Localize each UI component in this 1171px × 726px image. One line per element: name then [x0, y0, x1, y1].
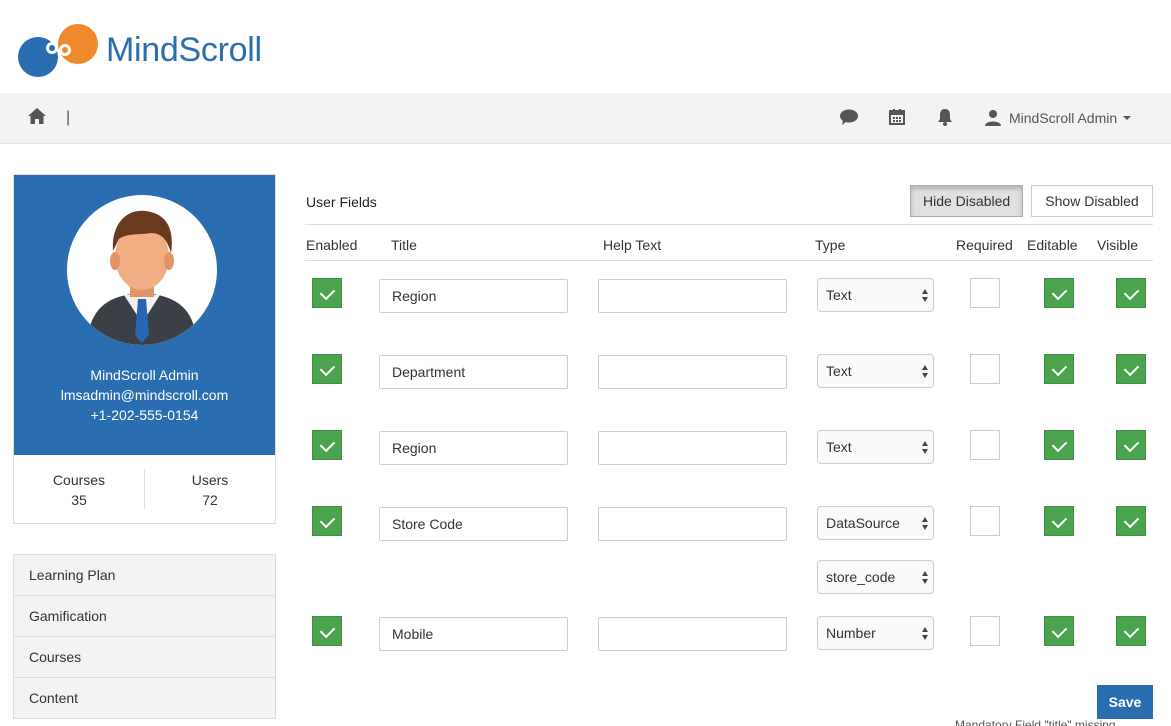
select-arrows-icon: [922, 365, 928, 379]
title-input[interactable]: Mobile: [379, 617, 568, 651]
enabled-checkbox[interactable]: [312, 430, 342, 460]
enabled-checkbox[interactable]: [312, 506, 342, 536]
profile-email: lmsadmin@mindscroll.com: [60, 387, 229, 403]
visible-checkbox[interactable]: [1116, 506, 1146, 536]
visible-checkbox[interactable]: [1116, 616, 1146, 646]
editable-checkbox[interactable]: [1044, 278, 1074, 308]
type-select-value: DataSource: [826, 515, 900, 531]
select-arrows-icon: [922, 517, 928, 531]
profile-card: MindScroll Admin lmsadmin@mindscroll.com…: [13, 174, 276, 524]
section-title: User Fields: [306, 194, 377, 210]
type-select-value: Text: [826, 287, 852, 303]
stat-courses: Courses 35: [14, 455, 144, 523]
stat-label: Users: [191, 472, 229, 488]
logo-bar: MindScroll: [0, 0, 1171, 93]
required-checkbox[interactable]: [970, 506, 1000, 536]
profile-name: MindScroll Admin: [90, 367, 199, 383]
column-header-required: Required: [956, 237, 1013, 253]
type-select[interactable]: DataSource: [817, 506, 934, 540]
sidebar-item-courses[interactable]: Courses: [14, 637, 275, 678]
editable-checkbox[interactable]: [1044, 354, 1074, 384]
sidebar-menu: Learning Plan Gamification Courses Conte…: [13, 554, 276, 719]
visible-checkbox[interactable]: [1116, 354, 1146, 384]
stat-value: 72: [202, 492, 218, 508]
editable-checkbox[interactable]: [1044, 506, 1074, 536]
hide-disabled-button[interactable]: Hide Disabled: [910, 185, 1024, 217]
sidebar-item-learning-plan[interactable]: Learning Plan: [14, 555, 275, 596]
top-navbar: | MindScroll Admin: [0, 93, 1171, 144]
select-arrows-icon: [922, 571, 928, 585]
logo-text: MindScroll: [106, 31, 262, 69]
help-text-input[interactable]: [598, 617, 787, 651]
visible-checkbox[interactable]: [1116, 430, 1146, 460]
required-checkbox[interactable]: [970, 354, 1000, 384]
help-text-input[interactable]: [598, 355, 787, 389]
enabled-checkbox[interactable]: [312, 616, 342, 646]
title-input[interactable]: Store Code: [379, 507, 568, 541]
sidebar-item-gamification[interactable]: Gamification: [14, 596, 275, 637]
type-select[interactable]: Number: [817, 616, 934, 650]
calendar-icon[interactable]: [887, 107, 907, 127]
chevron-down-icon: [1123, 116, 1132, 120]
column-header-type: Type: [815, 237, 846, 253]
datasource-select[interactable]: store_code: [817, 560, 934, 594]
required-checkbox[interactable]: [970, 278, 1000, 308]
profile-info: MindScroll Admin lmsadmin@mindscroll.com…: [14, 365, 275, 425]
title-input[interactable]: Region: [379, 431, 568, 465]
show-disabled-button[interactable]: Show Disabled: [1031, 185, 1153, 217]
enabled-checkbox[interactable]: [312, 278, 342, 308]
type-select[interactable]: Text: [817, 354, 934, 388]
help-text-input[interactable]: [598, 279, 787, 313]
editable-checkbox[interactable]: [1044, 616, 1074, 646]
help-text-input[interactable]: [598, 431, 787, 465]
bell-icon[interactable]: [935, 107, 955, 127]
title-input[interactable]: Region: [379, 279, 568, 313]
stat-users: Users 72: [145, 455, 275, 523]
nav-separator: |: [66, 109, 71, 126]
type-select[interactable]: Text: [817, 430, 934, 464]
validation-message: Mandatory Field "title" missing: [955, 718, 1116, 726]
user-menu-dropdown[interactable]: MindScroll Admin: [984, 106, 1132, 130]
column-header-editable: Editable: [1027, 237, 1078, 253]
user-name-label: MindScroll Admin: [1009, 110, 1118, 126]
avatar: [67, 195, 217, 345]
divider: [305, 224, 1153, 225]
type-select-value: Number: [826, 625, 876, 641]
user-icon: [985, 110, 1001, 126]
help-text-input[interactable]: [598, 507, 787, 541]
table-header-divider: [305, 260, 1153, 261]
title-input[interactable]: Department: [379, 355, 568, 389]
required-checkbox[interactable]: [970, 430, 1000, 460]
profile-header: MindScroll Admin lmsadmin@mindscroll.com…: [14, 175, 275, 455]
select-arrows-icon: [922, 289, 928, 303]
column-header-enabled: Enabled: [306, 237, 358, 253]
profile-stats: Courses 35 Users 72: [14, 455, 275, 523]
home-icon[interactable]: [27, 107, 47, 125]
stat-value: 35: [71, 492, 87, 508]
enabled-checkbox[interactable]: [312, 354, 342, 384]
sidebar-item-content[interactable]: Content: [14, 678, 275, 719]
chat-icon[interactable]: [839, 107, 859, 127]
mindscroll-logo-icon: [18, 24, 98, 77]
select-arrows-icon: [922, 441, 928, 455]
column-header-help-text: Help Text: [603, 237, 662, 253]
column-header-visible: Visible: [1097, 237, 1138, 253]
type-select-value: Text: [826, 439, 852, 455]
type-select[interactable]: Text: [817, 278, 934, 312]
save-button[interactable]: Save: [1097, 685, 1153, 719]
select-arrows-icon: [922, 627, 928, 641]
column-header-title: Title: [391, 237, 417, 253]
editable-checkbox[interactable]: [1044, 430, 1074, 460]
stat-label: Courses: [52, 472, 106, 488]
required-checkbox[interactable]: [970, 616, 1000, 646]
datasource-select-value: store_code: [826, 569, 896, 585]
visible-checkbox[interactable]: [1116, 278, 1146, 308]
type-select-value: Text: [826, 363, 852, 379]
profile-phone: +1-202-555-0154: [90, 407, 199, 423]
avatar-image: [67, 195, 217, 345]
